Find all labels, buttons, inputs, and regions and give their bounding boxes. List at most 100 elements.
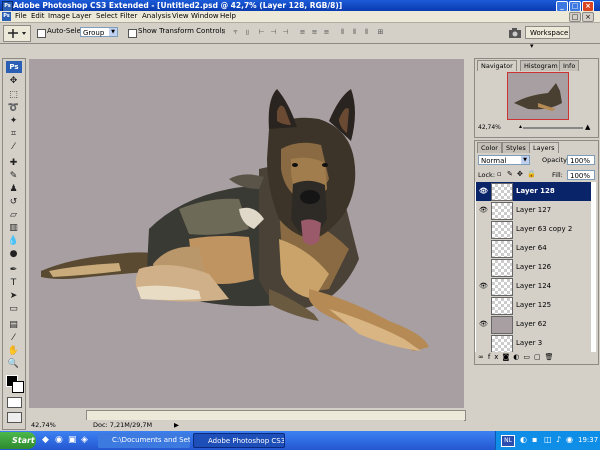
opacity-field[interactable]: 100% bbox=[567, 155, 595, 165]
quicklaunch-icon-2[interactable]: ◉ bbox=[55, 435, 63, 445]
slice-tool-icon[interactable]: ⁄ bbox=[7, 141, 20, 153]
layer-row[interactable]: Layer 63 copy 2 bbox=[476, 220, 591, 240]
background-color-swatch[interactable] bbox=[12, 381, 24, 393]
menu-layer[interactable]: Layer bbox=[72, 12, 92, 21]
workspace-button[interactable]: Workspace ▾ bbox=[525, 26, 570, 50]
healing-brush-icon[interactable]: ✚ bbox=[7, 157, 20, 169]
tab-styles[interactable]: Styles bbox=[502, 142, 530, 153]
auto-select-checkbox[interactable] bbox=[37, 29, 46, 38]
align-top-icon[interactable]: ⫪ bbox=[219, 28, 228, 37]
navigator-zoom[interactable]: 42,74% bbox=[478, 124, 501, 131]
ps-menu-icon[interactable]: Ps bbox=[2, 12, 11, 21]
task-explorer[interactable]: C:\Documents and Settin... bbox=[98, 433, 190, 448]
auto-select-dropdown[interactable]: Group ▼ bbox=[80, 27, 118, 37]
doc-restore-button[interactable]: □ bbox=[569, 12, 581, 22]
document-canvas[interactable] bbox=[29, 59, 464, 408]
tab-color[interactable]: Color bbox=[477, 142, 502, 153]
lock-pixels-icon[interactable]: ✎ bbox=[507, 170, 513, 178]
zoom-in-icon[interactable]: ▲ bbox=[585, 123, 590, 131]
layer-row[interactable]: 👁 Layer 62 bbox=[476, 315, 591, 335]
eye-hidden-icon[interactable] bbox=[479, 244, 487, 252]
fill-field[interactable]: 100% bbox=[567, 170, 595, 180]
pen-tool-icon[interactable]: ✒ bbox=[7, 264, 20, 276]
eye-icon[interactable]: 👁 bbox=[479, 320, 488, 328]
tray-icon-2[interactable]: ▪ bbox=[532, 435, 537, 444]
tab-layers[interactable]: Layers bbox=[529, 142, 559, 153]
zoom-out-icon[interactable]: ▴ bbox=[519, 123, 522, 130]
distribute-hcenter-icon[interactable]: ⫴ bbox=[350, 28, 359, 37]
tab-histogram[interactable]: Histogram bbox=[520, 60, 562, 71]
quick-mask-icon[interactable] bbox=[7, 397, 22, 408]
notes-tool-icon[interactable]: ▤ bbox=[7, 319, 20, 331]
layer-row[interactable]: 👁 Layer 124 bbox=[476, 277, 591, 297]
move-tool-icon[interactable]: ✥ bbox=[7, 75, 20, 87]
path-selection-icon[interactable]: ➤ bbox=[7, 290, 20, 302]
blur-tool-icon[interactable]: 💧 bbox=[7, 235, 20, 247]
menu-analysis[interactable]: Analysis bbox=[142, 12, 171, 21]
network-icon[interactable]: ◫ bbox=[544, 435, 552, 444]
start-button[interactable]: Start bbox=[0, 432, 36, 449]
transform-controls-checkbox[interactable] bbox=[128, 29, 137, 38]
shape-tool-icon[interactable]: ▭ bbox=[7, 303, 20, 315]
quicklaunch-icon-1[interactable]: ◆ bbox=[42, 435, 49, 445]
tool-preset-picker[interactable] bbox=[3, 25, 31, 42]
blend-mode-dropdown[interactable]: Normal ▼ bbox=[478, 155, 530, 165]
camera-icon[interactable] bbox=[508, 27, 522, 39]
quicklaunch-icon-4[interactable]: ◈ bbox=[81, 435, 88, 445]
type-tool-icon[interactable]: T bbox=[7, 277, 20, 289]
doc-close-button[interactable]: × bbox=[582, 12, 594, 22]
distribute-vcenter-icon[interactable]: ≡ bbox=[310, 28, 319, 37]
lock-transparency-icon[interactable]: ▫ bbox=[497, 170, 502, 178]
menu-edit[interactable]: Edit bbox=[31, 12, 45, 21]
layer-row[interactable]: Layer 64 bbox=[476, 239, 591, 259]
layer-row[interactable]: Layer 126 bbox=[476, 258, 591, 278]
distribute-bottom-icon[interactable]: ≡ bbox=[322, 28, 331, 37]
mask-icon[interactable]: ◙ bbox=[502, 353, 513, 361]
align-hcenter-icon[interactable]: ⊣ bbox=[269, 28, 278, 37]
layer-row[interactable]: 👁 Layer 127 bbox=[476, 201, 591, 221]
dodge-tool-icon[interactable]: ● bbox=[7, 248, 20, 260]
new-layer-icon[interactable]: ▢ bbox=[534, 353, 545, 361]
layer-row[interactable]: Layer 125 bbox=[476, 296, 591, 316]
screen-mode-icon[interactable] bbox=[7, 412, 22, 423]
distribute-right-icon[interactable]: ⫴ bbox=[362, 28, 371, 37]
fx-icon[interactable]: fx bbox=[488, 353, 503, 361]
new-group-icon[interactable]: ▭ bbox=[523, 353, 534, 361]
tray-icon-3[interactable]: ◉ bbox=[566, 435, 573, 444]
lock-position-icon[interactable]: ✥ bbox=[517, 170, 523, 178]
zoom-level[interactable]: 42,74% bbox=[31, 421, 56, 429]
marquee-tool-icon[interactable]: ⬚ bbox=[7, 89, 20, 101]
magic-wand-icon[interactable]: ✦ bbox=[7, 115, 20, 127]
lasso-tool-icon[interactable]: ➰ bbox=[7, 102, 20, 114]
eye-icon[interactable]: 👁 bbox=[479, 282, 488, 290]
hand-tool-icon[interactable]: ✋ bbox=[7, 345, 20, 357]
quicklaunch-icon-3[interactable]: ▣ bbox=[68, 435, 77, 445]
zoom-tool-icon[interactable]: 🔍 bbox=[7, 358, 20, 370]
eye-hidden-icon[interactable] bbox=[479, 301, 487, 309]
align-right-icon[interactable]: ⊣ bbox=[281, 28, 290, 37]
menu-window[interactable]: Window bbox=[191, 12, 219, 21]
language-indicator[interactable]: NL bbox=[501, 435, 515, 447]
status-arrow-icon[interactable]: ▶ bbox=[174, 421, 179, 429]
auto-align-icon[interactable]: ⊞ bbox=[376, 28, 385, 37]
tray-icon-1[interactable]: ◐ bbox=[520, 435, 527, 444]
menu-image[interactable]: Image bbox=[48, 12, 70, 21]
zoom-slider[interactable] bbox=[523, 127, 583, 129]
gradient-tool-icon[interactable]: ▥ bbox=[7, 222, 20, 234]
eye-hidden-icon[interactable] bbox=[479, 263, 487, 271]
menu-help[interactable]: Help bbox=[220, 12, 236, 21]
align-left-icon[interactable]: ⊢ bbox=[257, 28, 266, 37]
align-bottom-icon[interactable]: ⫫ bbox=[243, 28, 252, 37]
eyedropper-icon[interactable]: ⁄ bbox=[7, 332, 20, 344]
tab-info[interactable]: Info bbox=[559, 60, 580, 71]
volume-icon[interactable]: ♪ bbox=[556, 435, 561, 444]
eraser-tool-icon[interactable]: ▱ bbox=[7, 209, 20, 221]
align-vcenter-icon[interactable]: ⫧ bbox=[231, 28, 240, 37]
task-photoshop[interactable]: Adobe Photoshop CS3... bbox=[193, 433, 285, 448]
trash-icon[interactable]: 🗑 bbox=[545, 353, 558, 361]
crop-tool-icon[interactable]: ⌗ bbox=[7, 128, 20, 140]
lock-all-icon[interactable]: 🔒 bbox=[527, 170, 536, 178]
clone-stamp-icon[interactable]: ♟ bbox=[7, 183, 20, 195]
menu-select[interactable]: Select bbox=[96, 12, 118, 21]
menu-filter[interactable]: Filter bbox=[120, 12, 137, 21]
